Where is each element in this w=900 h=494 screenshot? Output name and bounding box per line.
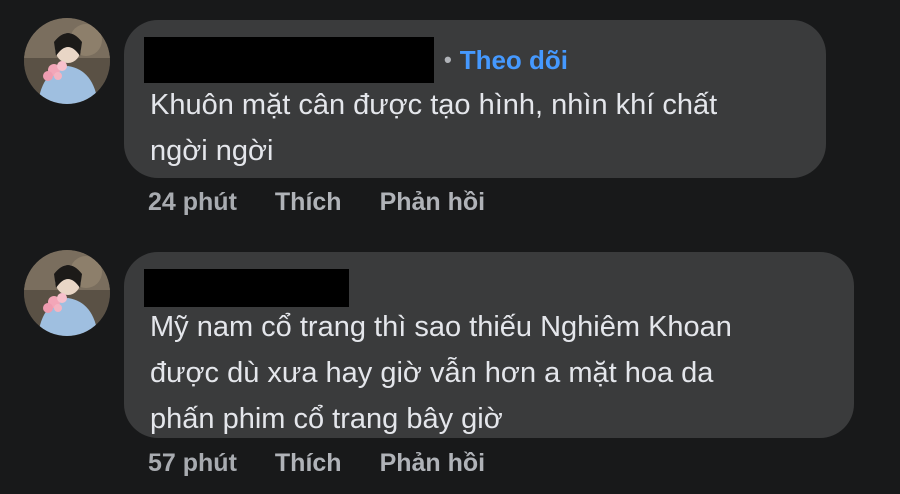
avatar[interactable] xyxy=(24,250,110,336)
avatar-photo-icon xyxy=(24,250,110,336)
comment-bubble: Mỹ nam cổ trang thì sao thiếu Nghiêm Kho… xyxy=(124,252,854,438)
comment-timestamp[interactable]: 57 phút xyxy=(148,449,237,478)
like-button[interactable]: Thích xyxy=(275,188,342,217)
like-button[interactable]: Thích xyxy=(275,449,342,478)
comment-text-line: phấn phim cổ trang bây giờ xyxy=(150,403,503,435)
follow-separator: • xyxy=(444,47,452,72)
comment-text-line: được dù xưa hay giờ vẫn hơn a mặt hoa da xyxy=(150,357,714,389)
comment-timestamp[interactable]: 24 phút xyxy=(148,188,237,217)
comment-text-line: Khuôn mặt cân được tạo hình, nhìn khí ch… xyxy=(150,89,718,121)
author-row: • Theo dõi xyxy=(144,34,568,86)
avatar[interactable] xyxy=(24,18,110,104)
comment-text: Mỹ nam cổ trang thì sao thiếu Nghiêm Kho… xyxy=(150,304,732,442)
comment-actions: 24 phút Thích Phản hồi xyxy=(148,188,485,217)
follow-link[interactable]: Theo dõi xyxy=(460,45,568,76)
comment-text-line: Mỹ nam cổ trang thì sao thiếu Nghiêm Kho… xyxy=(150,311,732,343)
avatar-photo-icon xyxy=(24,18,110,104)
reply-button[interactable]: Phản hồi xyxy=(380,188,486,217)
reply-button[interactable]: Phản hồi xyxy=(380,449,486,478)
comment-text-line: ngời ngời xyxy=(150,135,274,167)
author-name-redacted[interactable] xyxy=(144,269,349,307)
comment-text: Khuôn mặt cân được tạo hình, nhìn khí ch… xyxy=(150,82,717,174)
comment-actions: 57 phút Thích Phản hồi xyxy=(148,449,485,478)
comment-bubble: • Theo dõi Khuôn mặt cân được tạo hình, … xyxy=(124,20,826,178)
author-name-redacted[interactable] xyxy=(144,37,434,83)
